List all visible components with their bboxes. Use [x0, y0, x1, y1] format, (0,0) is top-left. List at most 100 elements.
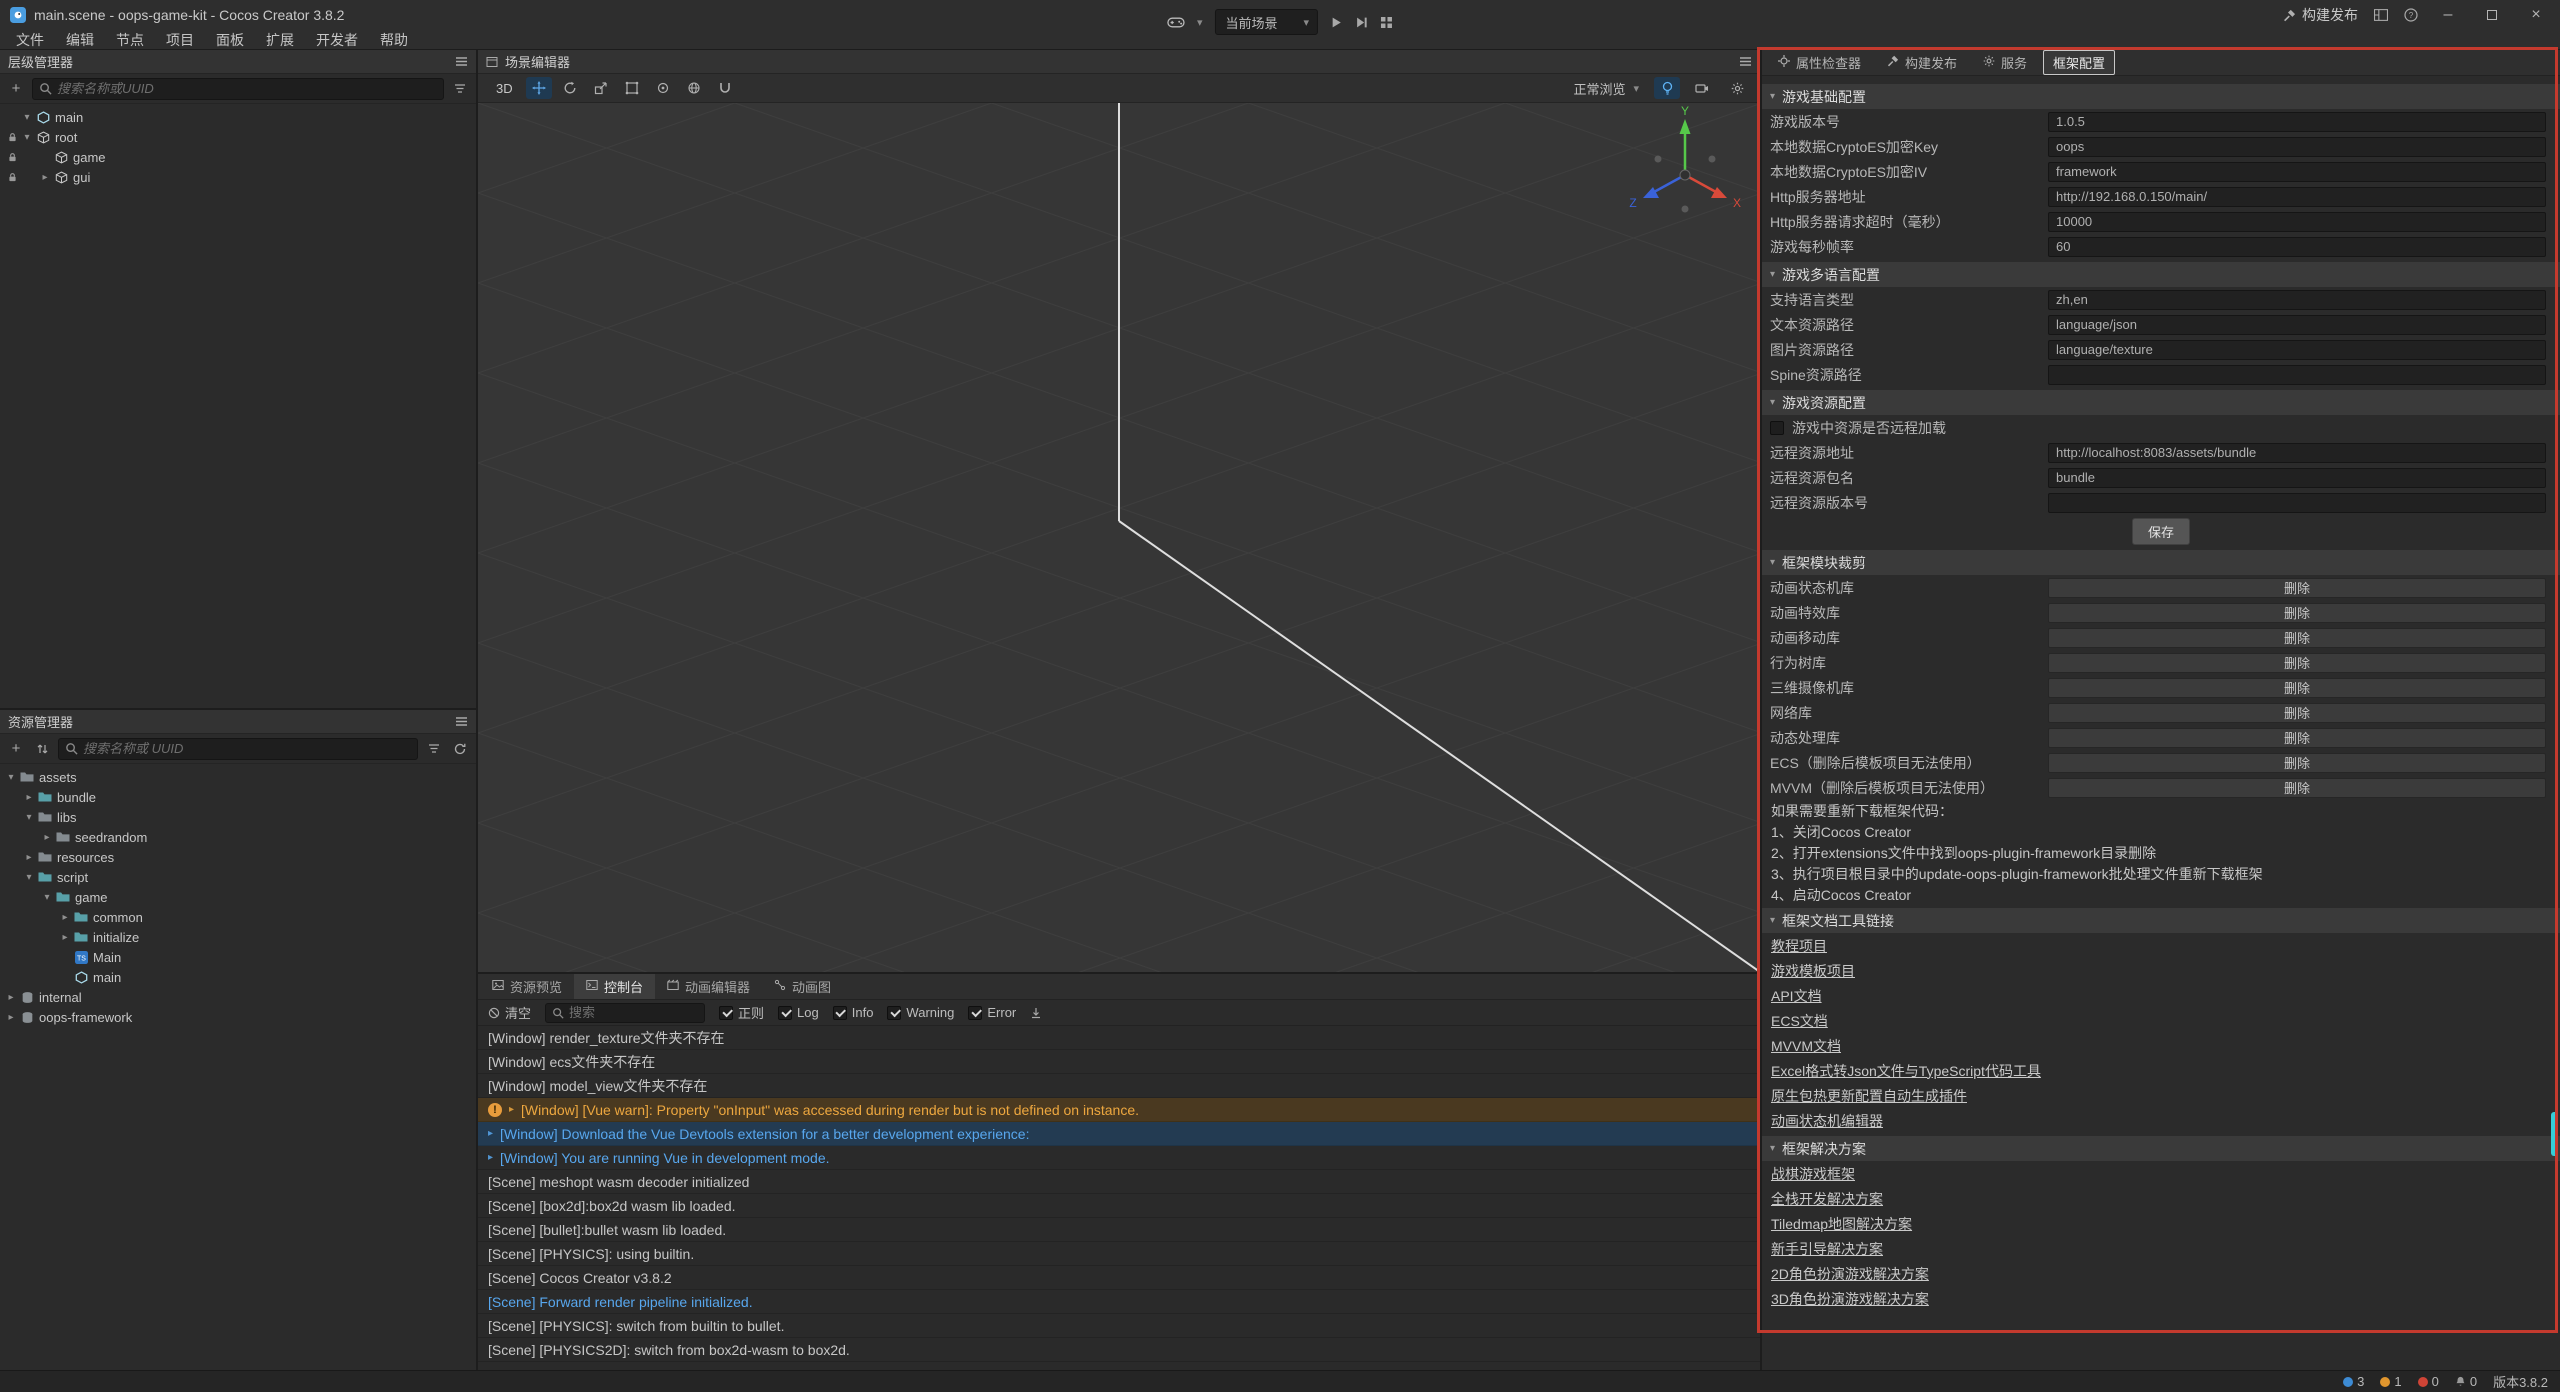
console-message[interactable]: [Scene] [PHYSICS]: switch from builtin t… — [478, 1314, 1760, 1338]
console-message[interactable]: [Scene] [box2d]:box2d wasm lib loaded. — [478, 1194, 1760, 1218]
checkbox-regex[interactable] — [719, 1006, 733, 1020]
section-header[interactable]: ▾框架文档工具链接 — [1762, 908, 2560, 933]
console-tab-preview[interactable]: 资源预览 — [480, 974, 574, 999]
checkbox-warning[interactable] — [887, 1006, 901, 1020]
section-header[interactable]: ▾游戏资源配置 — [1762, 390, 2560, 415]
scroll-to-bottom-icon[interactable] — [1030, 1007, 1042, 1019]
property-input[interactable] — [2048, 365, 2546, 385]
chevron-down-icon[interactable]: ▾ — [1197, 16, 1203, 29]
doc-link[interactable]: Excel格式转Json文件与TypeScript代码工具 — [1771, 1061, 2041, 1081]
delete-button[interactable]: 删除 — [2048, 628, 2546, 648]
property-input[interactable]: 1.0.5 — [2048, 112, 2546, 132]
console-filter-warning[interactable]: Warning — [887, 1005, 954, 1020]
status-warning-count[interactable]: 1 — [2380, 1374, 2401, 1389]
doc-link[interactable]: 全栈开发解决方案 — [1771, 1189, 1883, 1209]
console-message[interactable]: [Scene] meshopt wasm decoder initialized — [478, 1170, 1760, 1194]
status-notifications[interactable]: 0 — [2455, 1374, 2477, 1389]
scene-settings-gear-icon[interactable] — [1724, 77, 1750, 99]
property-input[interactable]: http://localhost:8083/assets/bundle — [2048, 443, 2546, 463]
chevron-right-icon[interactable]: ▸ — [4, 992, 18, 1003]
console-filter-regex[interactable]: 正则 — [719, 1003, 764, 1022]
filter-icon[interactable] — [424, 739, 444, 759]
delete-button[interactable]: 删除 — [2048, 753, 2546, 773]
property-input[interactable]: language/texture — [2048, 340, 2546, 360]
menu-item-4[interactable]: 面板 — [206, 30, 254, 50]
assets-search-input[interactable] — [58, 738, 418, 760]
rect-tool-icon[interactable] — [619, 77, 645, 99]
asset-node-common[interactable]: ▸common — [0, 907, 476, 927]
layout-panels-icon[interactable] — [2374, 9, 2388, 21]
checkbox-info[interactable] — [833, 1006, 847, 1020]
asset-node-game[interactable]: ▾game — [0, 887, 476, 907]
asset-node-main[interactable]: main — [0, 967, 476, 987]
axis-gizmo[interactable]: Y X Z — [1620, 105, 1750, 235]
layout-grid-icon[interactable] — [1380, 16, 1393, 29]
property-input[interactable] — [2048, 493, 2546, 513]
doc-link[interactable]: 游戏模板项目 — [1771, 961, 1855, 981]
chevron-right-icon[interactable]: ▸ — [22, 792, 36, 803]
console-message[interactable]: !▸[Window] [Vue warn]: Property "onInput… — [478, 1098, 1760, 1122]
section-header[interactable]: ▾游戏基础配置 — [1762, 84, 2560, 109]
console-message[interactable]: [Window] render_texture文件夹不存在 — [478, 1026, 1760, 1050]
property-input[interactable]: framework — [2048, 162, 2546, 182]
doc-link[interactable]: 新手引导解决方案 — [1771, 1239, 1883, 1259]
chevron-right-icon[interactable]: ▸ — [40, 832, 54, 843]
asset-node-oops-framework[interactable]: ▸oops-framework — [0, 1007, 476, 1027]
menu-item-0[interactable]: 文件 — [6, 30, 54, 50]
chevron-right-icon[interactable]: ▸ — [38, 172, 52, 183]
asset-node-internal[interactable]: ▸internal — [0, 987, 476, 1007]
asset-node-libs[interactable]: ▾libs — [0, 807, 476, 827]
console-tab-animgraph[interactable]: 动画图 — [762, 974, 843, 999]
chevron-right-icon[interactable]: ▸ — [4, 1012, 18, 1023]
console-filter-error[interactable]: Error — [968, 1005, 1016, 1020]
refresh-icon[interactable] — [450, 739, 470, 759]
scale-tool-icon[interactable] — [588, 77, 614, 99]
play-button[interactable] — [1330, 16, 1343, 29]
doc-link[interactable]: 教程项目 — [1771, 936, 1827, 956]
inspector-tab-inspector[interactable]: 属性检查器 — [1768, 50, 1871, 75]
chevron-right-icon[interactable]: ▸ — [488, 1128, 493, 1139]
scene-select[interactable]: 当前场景 ▾ — [1214, 9, 1318, 35]
section-header[interactable]: ▾框架解决方案 — [1762, 1136, 2560, 1161]
assets-search-field[interactable] — [83, 741, 411, 756]
move-tool-icon[interactable] — [526, 77, 552, 99]
console-filter-log[interactable]: Log — [778, 1005, 819, 1020]
minimize-button[interactable]: – — [2434, 7, 2462, 23]
console-message[interactable]: ▸[Window] You are running Vue in develop… — [478, 1146, 1760, 1170]
asset-node-bundle[interactable]: ▸bundle — [0, 787, 476, 807]
doc-link[interactable]: 战棋游戏框架 — [1771, 1164, 1855, 1184]
add-node-button[interactable]: + — [6, 79, 26, 99]
panel-menu-icon[interactable] — [455, 56, 468, 67]
preview-device-icon[interactable] — [1167, 16, 1185, 29]
delete-button[interactable]: 删除 — [2048, 728, 2546, 748]
console-message[interactable]: [Scene] Cocos Creator v3.8.2 — [478, 1266, 1760, 1290]
hierarchy-search-field[interactable] — [57, 81, 437, 96]
chevron-down-icon[interactable]: ▾ — [22, 812, 36, 823]
hierarchy-node-gui[interactable]: ▸gui — [0, 167, 476, 187]
delete-button[interactable]: 删除 — [2048, 778, 2546, 798]
menu-item-5[interactable]: 扩展 — [256, 30, 304, 50]
menu-item-2[interactable]: 节点 — [106, 30, 154, 50]
console-tab-anim[interactable]: 动画编辑器 — [655, 974, 762, 999]
doc-link[interactable]: Tiledmap地图解决方案 — [1771, 1214, 1912, 1234]
menu-item-1[interactable]: 编辑 — [56, 30, 104, 50]
doc-link[interactable]: MVVM文档 — [1771, 1036, 1841, 1056]
snap-tool-icon[interactable] — [712, 77, 738, 99]
property-input[interactable]: http://192.168.0.150/main/ — [2048, 187, 2546, 207]
status-error-count[interactable]: 0 — [2418, 1374, 2439, 1389]
chevron-down-icon[interactable]: ▾ — [20, 112, 34, 123]
light-toggle-icon[interactable] — [1654, 77, 1680, 99]
hierarchy-node-game[interactable]: game — [0, 147, 476, 167]
delete-button[interactable]: 删除 — [2048, 578, 2546, 598]
doc-link[interactable]: 动画状态机编辑器 — [1771, 1111, 1883, 1131]
property-input[interactable]: 10000 — [2048, 212, 2546, 232]
save-button[interactable]: 保存 — [2132, 518, 2190, 545]
property-input[interactable]: 60 — [2048, 237, 2546, 257]
camera-icon[interactable] — [1689, 77, 1715, 99]
property-input[interactable]: language/json — [2048, 315, 2546, 335]
asset-node-initialize[interactable]: ▸initialize — [0, 927, 476, 947]
console-message[interactable]: [Scene] Forward render pipeline initiali… — [478, 1290, 1760, 1314]
chevron-right-icon[interactable]: ▸ — [58, 932, 72, 943]
remote-load-checkbox[interactable] — [1770, 421, 1784, 435]
panel-menu-icon[interactable] — [455, 716, 468, 727]
